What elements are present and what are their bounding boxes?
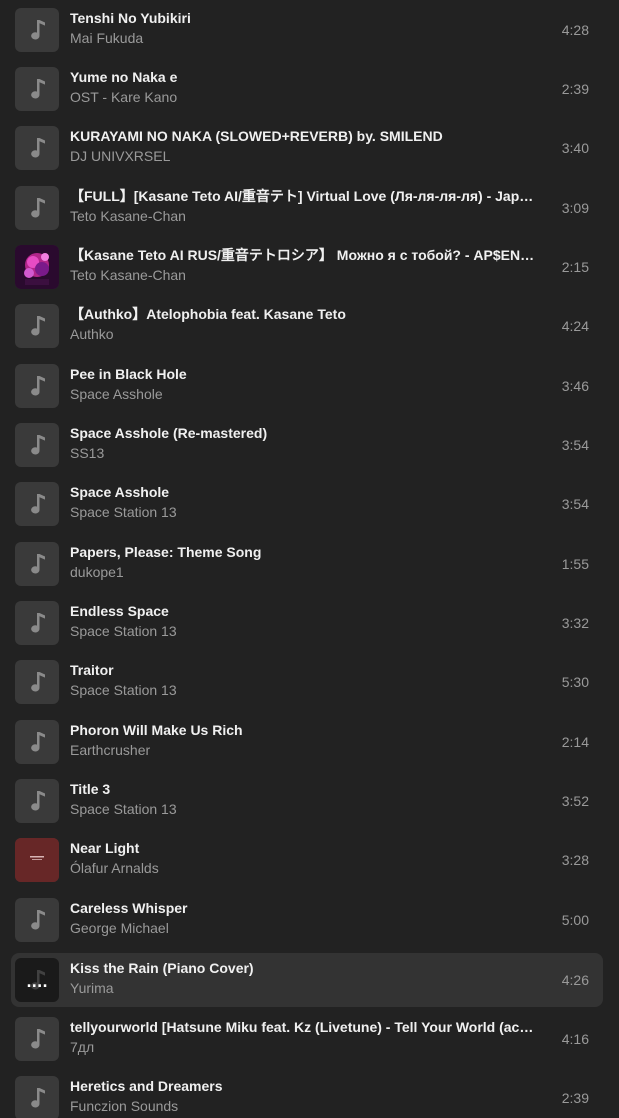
track-artist[interactable]: Space Asshole xyxy=(70,386,540,403)
track-duration: 3:46 xyxy=(561,378,589,394)
music-note-icon xyxy=(15,779,59,823)
playing-indicator: .... xyxy=(26,975,48,991)
track-title: Traitor xyxy=(70,662,114,678)
music-note-icon xyxy=(15,898,59,942)
music-note-icon xyxy=(15,601,59,645)
track-duration: 4:16 xyxy=(561,1031,589,1047)
track-row[interactable]: 【Kasane Teto AI RUS/重音テトロシア】 Можно я с т… xyxy=(11,240,603,294)
track-duration: 3:52 xyxy=(561,793,589,809)
track-duration: 2:14 xyxy=(561,734,589,750)
track-artist[interactable]: 7дл xyxy=(70,1039,540,1056)
music-note-icon xyxy=(15,126,59,170)
track-artist[interactable]: SS13 xyxy=(70,445,540,462)
track-artist[interactable]: Teto Kasane-Chan xyxy=(70,208,540,225)
music-note-icon xyxy=(15,720,59,764)
music-note-icon xyxy=(15,660,59,704)
music-note-icon xyxy=(15,186,59,230)
track-artist[interactable]: Authko xyxy=(70,326,540,343)
track-duration: 4:28 xyxy=(561,22,589,38)
track-title: Papers, Please: Theme Song xyxy=(70,544,262,560)
track-duration: 4:26 xyxy=(561,972,589,988)
track-artist[interactable]: OST - Kare Kano xyxy=(70,89,540,106)
track-artist[interactable]: Space Station 13 xyxy=(70,682,540,699)
album-art xyxy=(15,245,59,289)
track-duration: 3:32 xyxy=(561,615,589,631)
track-artist[interactable]: Yurima xyxy=(70,980,540,997)
music-note-icon xyxy=(15,542,59,586)
track-row[interactable]: Traitor Space Station 13 5:30 xyxy=(11,655,603,709)
track-title: Heretics and Dreamers xyxy=(70,1078,223,1094)
track-row[interactable]: Papers, Please: Theme Song dukope1 1:55 xyxy=(11,537,603,591)
track-list: Tenshi No Yubikiri Mai Fukuda 4:28 Yume no … xyxy=(0,0,619,1118)
music-note-icon xyxy=(15,67,59,111)
track-duration: 3:40 xyxy=(561,140,589,156)
track-title: Careless Whisper xyxy=(70,900,188,916)
music-note-icon xyxy=(15,1017,59,1061)
track-title: Title 3 xyxy=(70,781,111,797)
music-note-icon xyxy=(15,1076,59,1118)
track-row[interactable]: KURAYAMI NO NAKA (SLOWED+REVERB) by. SMI… xyxy=(11,121,603,175)
track-title: Endless Space xyxy=(70,603,169,619)
track-row[interactable]: 【Authko】Atelophobia feat. Kasane Teto Aut… xyxy=(11,299,603,353)
track-title: Tenshi No Yubikiri xyxy=(70,10,191,26)
track-title: Near Light xyxy=(70,840,140,856)
album-art xyxy=(15,838,59,882)
track-title: 【Kasane Teto AI RUS/重音テトロシア】 Можно я с т… xyxy=(70,247,540,263)
track-title: Pee in Black Hole xyxy=(70,366,187,382)
track-row[interactable]: tellyourworld [Hatsune Miku feat. Kz (Li… xyxy=(11,1012,603,1066)
track-row-now-playing[interactable]: .... Kiss the Rain (Piano Cover) Yurima 4:2… xyxy=(11,953,603,1007)
track-artist[interactable]: Funczion Sounds xyxy=(70,1098,540,1115)
music-note-icon xyxy=(15,304,59,348)
track-row[interactable]: Space Asshole (Re-mastered) SS13 3:54 xyxy=(11,418,603,472)
track-artist[interactable]: George Michael xyxy=(70,920,540,937)
track-row[interactable]: Heretics and Dreamers Funczion Sounds 2:39 xyxy=(11,1071,603,1118)
track-row[interactable]: 【FULL】[Kasane Teto AI/重音テト] Virtual Love… xyxy=(11,181,603,235)
music-note-icon xyxy=(15,482,59,526)
track-artist[interactable]: dukope1 xyxy=(70,564,540,581)
track-row[interactable]: Endless Space Space Station 13 3:32 xyxy=(11,596,603,650)
track-artist[interactable]: Mai Fukuda xyxy=(70,30,540,47)
track-row[interactable]: Phoron Will Make Us Rich Earthcrusher 2:14 xyxy=(11,715,603,769)
track-title: 【FULL】[Kasane Teto AI/重音テト] Virtual Love… xyxy=(70,188,540,204)
track-duration: 4:24 xyxy=(561,318,589,334)
track-row[interactable]: Near Light Ólafur Arnalds 3:28 xyxy=(11,833,603,887)
track-duration: 1:55 xyxy=(561,556,589,572)
track-title: Yume no Naka e xyxy=(70,69,178,85)
track-artist[interactable]: Earthcrusher xyxy=(70,742,540,759)
track-artist[interactable]: Teto Kasane-Chan xyxy=(70,267,540,284)
track-duration: 5:00 xyxy=(561,912,589,928)
track-row[interactable]: Tenshi No Yubikiri Mai Fukuda 4:28 xyxy=(11,3,603,57)
music-note-icon xyxy=(15,364,59,408)
track-title: Space Asshole (Re-mastered) xyxy=(70,425,268,441)
track-duration: 3:28 xyxy=(561,852,589,868)
track-title: Space Asshole xyxy=(70,484,170,500)
track-title: KURAYAMI NO NAKA (SLOWED+REVERB) by. SMI… xyxy=(70,128,443,144)
track-duration: 2:39 xyxy=(561,81,589,97)
track-duration: 2:15 xyxy=(561,259,589,275)
track-artist[interactable]: Ólafur Arnalds xyxy=(70,860,540,877)
music-note-icon xyxy=(15,423,59,467)
now-playing-icon: .... xyxy=(15,958,59,1002)
track-row[interactable]: Careless Whisper George Michael 5:00 xyxy=(11,893,603,947)
track-title: Phoron Will Make Us Rich xyxy=(70,722,243,738)
track-duration: 3:09 xyxy=(561,200,589,216)
track-artist[interactable]: DJ UNIVXRSEL xyxy=(70,148,540,165)
track-duration: 3:54 xyxy=(561,496,589,512)
track-row[interactable]: Yume no Naka e OST - Kare Kano 2:39 xyxy=(11,62,603,116)
track-duration: 3:54 xyxy=(561,437,589,453)
track-artist[interactable]: Space Station 13 xyxy=(70,504,540,521)
track-duration: 2:39 xyxy=(561,1090,589,1106)
music-note-icon xyxy=(15,8,59,52)
track-artist[interactable]: Space Station 13 xyxy=(70,801,540,818)
track-duration: 5:30 xyxy=(561,674,589,690)
track-row[interactable]: Pee in Black Hole Space Asshole 3:46 xyxy=(11,359,603,413)
track-artist[interactable]: Space Station 13 xyxy=(70,623,540,640)
track-title: tellyourworld [Hatsune Miku feat. Kz (Li… xyxy=(70,1019,540,1035)
track-title: 【Authko】Atelophobia feat. Kasane Teto xyxy=(70,306,346,322)
track-row[interactable]: Space Asshole Space Station 13 3:54 xyxy=(11,477,603,531)
track-title: Kiss the Rain (Piano Cover) xyxy=(70,960,254,976)
track-row[interactable]: Title 3 Space Station 13 3:52 xyxy=(11,774,603,828)
